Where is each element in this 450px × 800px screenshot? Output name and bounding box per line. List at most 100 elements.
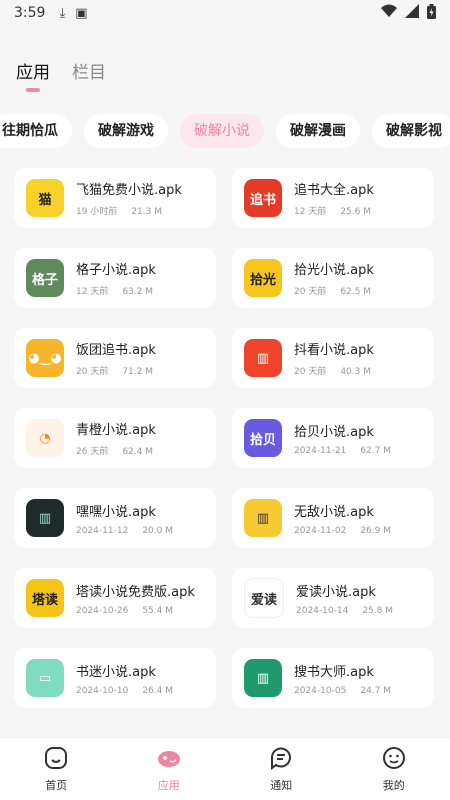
app-meta: 12 天前 25.6 M [294,204,374,217]
app-time: 2024-11-02 [294,525,347,536]
app-name: 飞猫免费小说.apk [76,183,182,198]
app-size: 71.2 M [122,367,153,377]
app-name: 塔读小说免费版.apk [76,584,195,600]
app-info: 书迷小说.apk 2024-10-10 26.4 M [76,661,173,696]
app-name: 抖看小说.apk [294,343,374,358]
app-meta: 2024-11-21 62.7 M [294,446,391,456]
search-book-icon: ▥ [244,659,282,697]
chip-category[interactable]: 往期恰瓜 [0,114,72,148]
app-meta: 2024-11-12 20.0 M [76,526,173,536]
app-meta: 12 天前 63.2 M [76,284,156,297]
nav-item-profile[interactable]: 我的 [338,738,450,800]
app-card[interactable]: ▥ 无敌小说.apk 2024-11-02 26.9 M [232,488,434,548]
download-icon: ⤓ [59,5,66,21]
chip-category[interactable]: 破解影视 [372,114,450,148]
dark-book-icon: ▥ [26,499,64,537]
app-card[interactable]: ◔ 青橙小说.apk 26 天前 62.4 M [14,408,216,468]
app-card[interactable]: 猫飞猫免费小说.apk 19 小时前 21.3 M [14,168,216,228]
app-grid: 猫飞猫免费小说.apk 19 小时前 21.3 M 追书 追书大全.apk 12 天前 25… [14,168,436,708]
zhuishu-icon: 追书 [244,179,282,217]
chip-category[interactable]: 破解漫画 [276,114,360,148]
chip-category[interactable]: 破解游戏 [84,114,168,148]
app-size: 26.4 M [142,685,173,696]
app-meta: 2024-10-14 25.8 M [296,606,393,616]
signal-icon [405,4,419,22]
status-time: 3:59 [14,5,46,21]
app-name: 格子小说.apk [76,263,156,278]
app-info: 嘿嘿小说.apk 2024-11-12 20.0 M [76,501,173,536]
app-card[interactable]: 爱读 爱读小说.apk 2024-10-14 25.8 M [232,568,434,628]
shiguang-icon: 拾光 [244,259,282,297]
tab-apps[interactable]: 应用 [16,58,50,92]
app-name: 饭团追书.apk [76,343,156,358]
app-info: 格子小说.apk 12 天前 63.2 M [76,259,156,297]
app-meta: 19 小时前 21.3 M [76,204,182,217]
app-info: 拾贝小说.apk 2024-11-21 62.7 M [294,421,391,456]
app-time: 2024-10-05 [294,685,347,696]
app-card[interactable]: ▥ 抖看小说.apk 20 天前 40.3 M [232,328,434,388]
app-card[interactable]: ▭ 书迷小说.apk 2024-10-10 26.4 M [14,648,216,708]
app-name: 拾光小说.apk [294,263,374,278]
chip-category[interactable]: 破解小说 [180,114,264,148]
app-info: 塔读小说免费版.apk 2024-10-26 55.4 M [76,581,195,616]
app-size: 26.9 M [360,525,391,536]
notification-icon [268,745,294,777]
app-meta: 2024-10-26 55.4 M [76,606,195,616]
app-size: 63.2 M [122,287,153,297]
app-meta: 20 天前 62.5 M [294,284,374,297]
app-name: 追书大全.apk [294,183,374,198]
active-tab-indicator [26,88,40,92]
nav-label: 应用 [157,779,180,792]
app-card[interactable]: 追书 追书大全.apk 12 天前 25.6 M [232,168,434,228]
tab-columns[interactable]: 栏目 [72,58,106,83]
wifi-icon [381,4,397,22]
apps-icon [156,745,182,777]
top-tabs: 应用 栏目 [0,58,450,98]
app-time: 2024-10-14 [296,605,349,616]
app-time: 2024-10-26 [76,605,129,616]
app-time: 26 天前 [76,447,109,457]
app-size: 21.3 M [131,207,162,217]
nav-item-home[interactable]: 首页 [0,738,113,800]
tab-apps-label: 应用 [16,63,50,83]
app-name: 拾贝小说.apk [294,424,374,440]
cat-icon: 猫 [26,179,64,217]
app-card[interactable]: 拾光 拾光小说.apk 20 天前 62.5 M [232,248,434,308]
nav-label: 首页 [45,779,68,792]
grid-book-icon: 格子 [26,259,64,297]
app-time: 2024-11-12 [76,525,129,536]
profile-icon [381,745,407,777]
app-meta: 2024-10-05 24.7 M [294,686,391,696]
app-size: 40.3 M [340,367,371,377]
home-icon [43,745,69,777]
nav-item-apps[interactable]: 应用 [113,738,226,800]
app-info: 追书大全.apk 12 天前 25.6 M [294,179,374,217]
app-size: 20.0 M [142,525,173,536]
app-info: 无敌小说.apk 2024-11-02 26.9 M [294,501,391,536]
app-size: 62.7 M [360,445,391,456]
app-card[interactable]: ▥ 搜书大师.apk 2024-10-05 24.7 M [232,648,434,708]
app-card[interactable]: 塔读 塔读小说免费版.apk 2024-10-26 55.4 M [14,568,216,628]
tab-columns-label: 栏目 [72,63,106,83]
app-card[interactable]: 格子 格子小说.apk 12 天前 63.2 M [14,248,216,308]
app-name: 书迷小说.apk [76,664,156,680]
app-size: 25.8 M [362,605,393,616]
app-meta: 2024-10-10 26.4 M [76,686,173,696]
app-size: 25.6 M [340,207,371,217]
status-bar: 3:59 ⤓ ▣ [0,0,450,26]
category-chips: 往期恰瓜 破解游戏 破解小说 破解漫画 破解影视 [0,114,450,148]
green-book-icon: ▭ [26,659,64,697]
app-info: 青橙小说.apk 26 天前 62.4 M [76,419,156,457]
app-card[interactable]: 拾贝 拾贝小说.apk 2024-11-21 62.7 M [232,408,434,468]
nav-item-notification[interactable]: 通知 [225,738,338,800]
app-time: 20 天前 [76,367,109,377]
app-name: 嘿嘿小说.apk [76,504,156,520]
app-time: 20 天前 [294,287,327,297]
app-name: 青橙小说.apk [76,423,156,438]
shibei-icon: 拾贝 [244,419,282,457]
app-meta: 2024-11-02 26.9 M [294,526,391,536]
app-time: 19 小时前 [76,207,118,217]
app-card[interactable]: ◕‿◕ 饭团追书.apk 20 天前 71.2 M [14,328,216,388]
nav-label: 我的 [382,779,405,792]
app-card[interactable]: ▥ 嘿嘿小说.apk 2024-11-12 20.0 M [14,488,216,548]
